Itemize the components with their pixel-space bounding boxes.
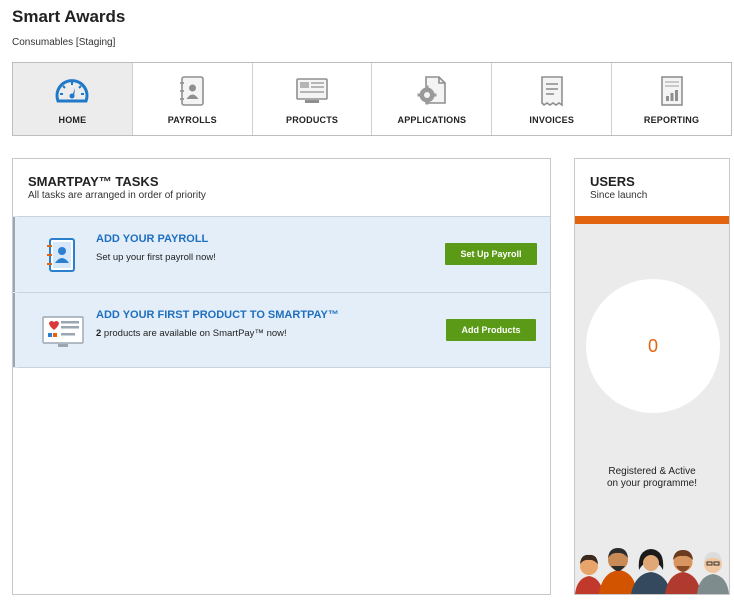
product-screen-icon xyxy=(293,75,331,107)
tasks-panel: SMARTPAY™ TASKS All tasks are arranged i… xyxy=(12,158,551,595)
nav-item-reporting[interactable]: REPORTING xyxy=(612,63,731,135)
report-chart-icon xyxy=(653,75,691,107)
main-nav: HOME PAYROLLS PRODUCTS APPLICATIONS INVO… xyxy=(12,62,732,136)
nav-label-invoices: INVOICES xyxy=(529,115,575,125)
users-caption: Registered & Active on your programme! xyxy=(575,466,729,490)
task-title: ADD YOUR PAYROLL xyxy=(96,233,209,245)
nav-label-reporting: REPORTING xyxy=(643,115,700,125)
users-count: 0 xyxy=(647,335,658,356)
users-title: USERS xyxy=(590,174,635,189)
task-add-product: ADD YOUR FIRST PRODUCT TO SMARTPAY™ 2 pr… xyxy=(13,292,550,368)
users-header: USERS Since launch xyxy=(575,159,729,216)
product-list-icon xyxy=(41,311,84,351)
tasks-title: SMARTPAY™ TASKS xyxy=(28,174,159,189)
task-description: Set up your first payroll now! xyxy=(96,252,216,263)
task-title: ADD YOUR FIRST PRODUCT TO SMARTPAY™ xyxy=(96,309,339,321)
nav-label-payrolls: PAYROLLS xyxy=(167,115,217,125)
nav-label-applications: APPLICATIONS xyxy=(397,115,467,125)
users-count-circle: 0 xyxy=(586,279,720,413)
nav-item-payrolls[interactable]: PAYROLLS xyxy=(133,63,253,135)
set-up-payroll-button[interactable]: Set Up Payroll xyxy=(445,243,537,265)
receipt-icon xyxy=(533,75,571,107)
contact-book-icon xyxy=(173,75,211,107)
users-caption-line1: Registered & Active xyxy=(608,466,696,477)
nav-item-invoices[interactable]: INVOICES xyxy=(492,63,613,135)
task-description: 2 products are available on SmartPay™ no… xyxy=(96,328,287,339)
gear-document-icon xyxy=(413,75,451,107)
nav-item-home[interactable]: HOME xyxy=(13,63,133,135)
add-products-button[interactable]: Add Products xyxy=(446,319,536,341)
nav-label-products: PRODUCTS xyxy=(286,115,339,125)
app-subtitle: Consumables [Staging] xyxy=(12,37,116,48)
app-title: Smart Awards xyxy=(12,7,126,26)
users-panel: USERS Since launch 0 Registered & Active… xyxy=(574,158,730,595)
nav-item-products[interactable]: PRODUCTS xyxy=(253,63,373,135)
users-subtitle: Since launch xyxy=(590,190,648,201)
people-illustration xyxy=(575,544,729,594)
payroll-book-icon xyxy=(41,235,81,275)
users-caption-line2: on your programme! xyxy=(606,478,698,489)
task-add-payroll: ADD YOUR PAYROLL Set up your first payro… xyxy=(13,216,550,292)
dashboard-icon xyxy=(53,75,91,107)
users-accent-bar xyxy=(575,216,729,224)
task-description-text: products are available on SmartPay™ now! xyxy=(101,328,287,339)
nav-item-applications[interactable]: APPLICATIONS xyxy=(372,63,493,135)
nav-label-home: HOME xyxy=(58,115,87,125)
tasks-subtitle: All tasks are arranged in order of prior… xyxy=(28,190,206,201)
